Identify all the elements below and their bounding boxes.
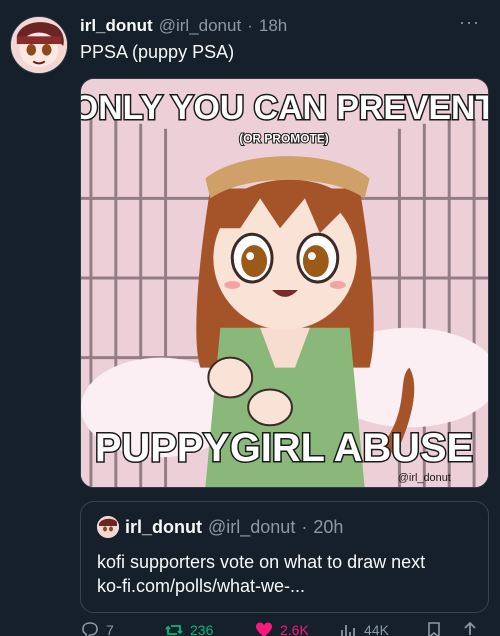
quoted-author-avatar	[97, 516, 119, 538]
quoted-tweet-text: kofi supporters vote on what to draw nex…	[97, 550, 477, 598]
author-avatar[interactable]	[10, 16, 68, 74]
like-button[interactable]: 2.6K	[254, 620, 309, 636]
psa-illustration: ONLY YOU CAN PREVENT (OR PROMOTE) PUPPYG…	[81, 79, 488, 487]
share-button[interactable]	[460, 620, 480, 636]
like-icon	[256, 622, 272, 636]
more-options-icon[interactable]: ···	[459, 12, 480, 33]
bookmark-icon	[428, 622, 440, 636]
tweet-header: irl_donut @irl_donut · 18h ···	[80, 12, 480, 40]
views-count: 44K	[364, 622, 389, 636]
quoted-tweet-time: 20h	[313, 517, 344, 537]
avatar-illustration	[11, 17, 67, 73]
reply-icon	[82, 622, 98, 636]
media-bottom-line: PUPPYGIRL ABUSE	[95, 426, 473, 470]
quoted-text-line-1: kofi supporters vote on what to draw nex…	[97, 552, 426, 572]
separator-dot: ·	[301, 517, 308, 537]
repost-icon	[165, 625, 183, 635]
author-name[interactable]: irl_donut	[80, 16, 153, 36]
reply-count: 7	[106, 622, 114, 636]
quoted-author-handle: @irl_donut	[208, 517, 296, 537]
reply-button[interactable]: 7	[80, 620, 114, 636]
tweet-actions: 7 236 2.6K 44K	[80, 620, 490, 636]
tweet-time[interactable]: 18h	[259, 16, 287, 36]
quoted-tweet-header: irl_donut @irl_donut · 20h	[125, 517, 343, 538]
media-top-line: ONLY YOU CAN PREVENT	[81, 89, 488, 127]
views-button[interactable]: 44K	[338, 620, 389, 636]
author-handle[interactable]: @irl_donut	[159, 16, 241, 36]
tweet-text: PPSA (puppy PSA)	[80, 42, 235, 62]
like-count: 2.6K	[280, 622, 309, 636]
bookmark-button[interactable]	[424, 620, 444, 636]
quoted-tweet[interactable]: irl_donut @irl_donut · 20h kofi supporte…	[80, 501, 489, 613]
separator-dot: ·	[247, 16, 253, 35]
tweet-image[interactable]: ONLY YOU CAN PREVENT (OR PROMOTE) PUPPYG…	[80, 78, 489, 488]
media-signature: @irl_donut	[398, 472, 451, 484]
avatar-illustration	[97, 516, 119, 538]
media-sub-line: (OR PROMOTE)	[239, 132, 329, 146]
repost-count: 236	[190, 622, 214, 636]
quoted-author-name: irl_donut	[125, 517, 202, 537]
share-icon	[464, 621, 476, 635]
tweet[interactable]: irl_donut @irl_donut · 18h ··· PPSA (pup…	[0, 0, 500, 636]
views-icon	[341, 625, 355, 636]
quoted-text-link[interactable]: ko-fi.com/polls/what-we-...	[97, 574, 477, 598]
repost-button[interactable]: 236	[164, 620, 213, 636]
